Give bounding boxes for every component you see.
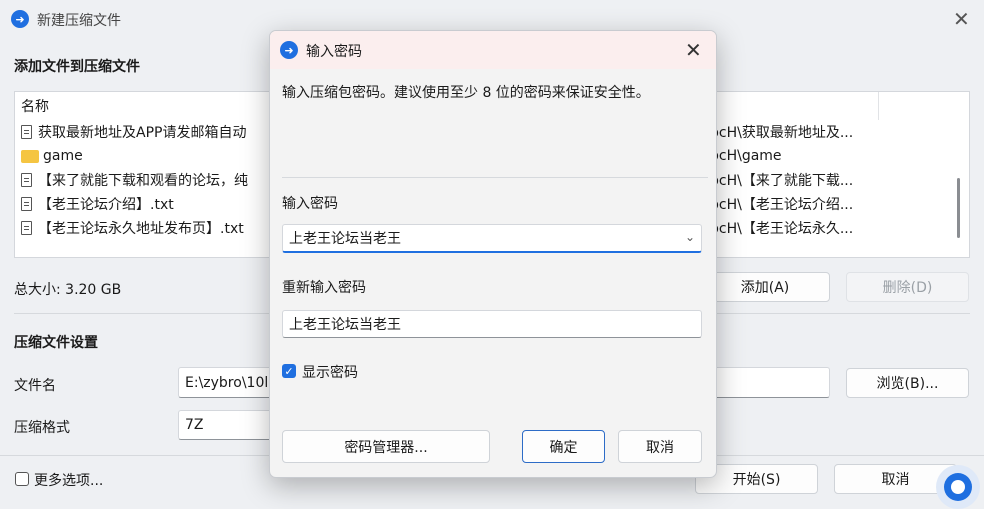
section-settings-heading: 压缩文件设置 — [14, 335, 98, 351]
chevron-down-icon[interactable]: ⌄ — [685, 230, 695, 244]
add-button[interactable]: 添加(A) — [700, 272, 830, 302]
ok-button[interactable]: 确定 — [522, 430, 605, 463]
file-path: pcH\【老王论坛介绍... — [710, 197, 854, 213]
section-add-heading: 添加文件到压缩文件 — [14, 59, 140, 75]
file-icon — [21, 125, 32, 139]
reenter-label: 重新输入密码 — [282, 280, 366, 296]
file-name: 【来了就能下载和观看的论坛，纯 — [38, 173, 248, 189]
delete-button[interactable]: 删除(D) — [846, 272, 969, 302]
folder-icon — [21, 149, 39, 163]
file-name: 【老王论坛介绍】.txt — [38, 197, 174, 213]
list-item[interactable]: game — [21, 144, 83, 168]
dialog-close-icon[interactable]: ✕ — [685, 40, 702, 60]
dialog-divider — [282, 177, 708, 178]
reenter-password-input[interactable]: 上老王论坛当老王 — [282, 310, 702, 338]
column-header-name[interactable]: 名称 — [21, 94, 49, 118]
password-input-value: 上老王论坛当老王 — [289, 231, 401, 247]
filename-label: 文件名 — [14, 378, 56, 394]
password-dialog: ➜ 输入密码 ✕ 输入压缩包密码。建议使用至少 8 位的密码来保证安全性。 输入… — [269, 30, 717, 478]
list-item[interactable]: 获取最新地址及APP请发邮箱自动 — [21, 120, 246, 144]
password-manager-button[interactable]: 密码管理器... — [282, 430, 490, 463]
format-label: 压缩格式 — [14, 420, 70, 436]
app-logo-icon: ➜ — [11, 10, 29, 28]
column-divider[interactable] — [878, 92, 879, 120]
list-item[interactable]: 【来了就能下载和观看的论坛，纯 — [21, 168, 248, 192]
password-input[interactable]: 上老王论坛当老王 ⌄ — [282, 224, 702, 253]
dialog-title-bar: ➜ 输入密码 ✕ — [270, 31, 716, 69]
dialog-cancel-button[interactable]: 取消 — [618, 430, 702, 463]
password-label: 输入密码 — [282, 196, 338, 212]
file-path: pcH\game — [710, 148, 782, 164]
main-close-icon[interactable]: ✕ — [953, 9, 970, 29]
total-size: 总大小: 3.20 GB — [14, 282, 122, 298]
show-password-label: 显示密码 — [302, 365, 358, 381]
browse-button[interactable]: 浏览(B)... — [846, 368, 969, 398]
dialog-description: 输入压缩包密码。建议使用至少 8 位的密码来保证安全性。 — [282, 85, 650, 101]
file-name: 【老王论坛永久地址发布页】.txt — [38, 221, 244, 237]
file-name: 获取最新地址及APP请发邮箱自动 — [38, 125, 247, 141]
main-window-title: 新建压缩文件 — [37, 13, 121, 29]
dialog-title: 输入密码 — [306, 44, 362, 60]
floating-assistant-button[interactable] — [936, 465, 980, 509]
file-path: pcH\获取最新地址及... — [710, 125, 854, 141]
more-options-checkbox[interactable] — [15, 472, 29, 486]
list-scrollbar[interactable] — [957, 178, 960, 238]
file-path: pcH\【老王论坛永久... — [710, 221, 854, 237]
list-item[interactable]: 【老王论坛永久地址发布页】.txt — [21, 216, 244, 240]
file-name: game — [43, 148, 83, 164]
more-options-label: 更多选项... — [34, 473, 104, 489]
file-icon — [21, 197, 32, 211]
file-path: pcH\【来了就能下载... — [710, 173, 854, 189]
dialog-app-icon: ➜ — [280, 41, 298, 59]
show-password-checkbox[interactable]: ✓ — [282, 364, 296, 378]
file-icon — [21, 221, 32, 235]
file-icon — [21, 173, 32, 187]
list-item[interactable]: 【老王论坛介绍】.txt — [21, 192, 174, 216]
assistant-icon — [944, 473, 972, 501]
